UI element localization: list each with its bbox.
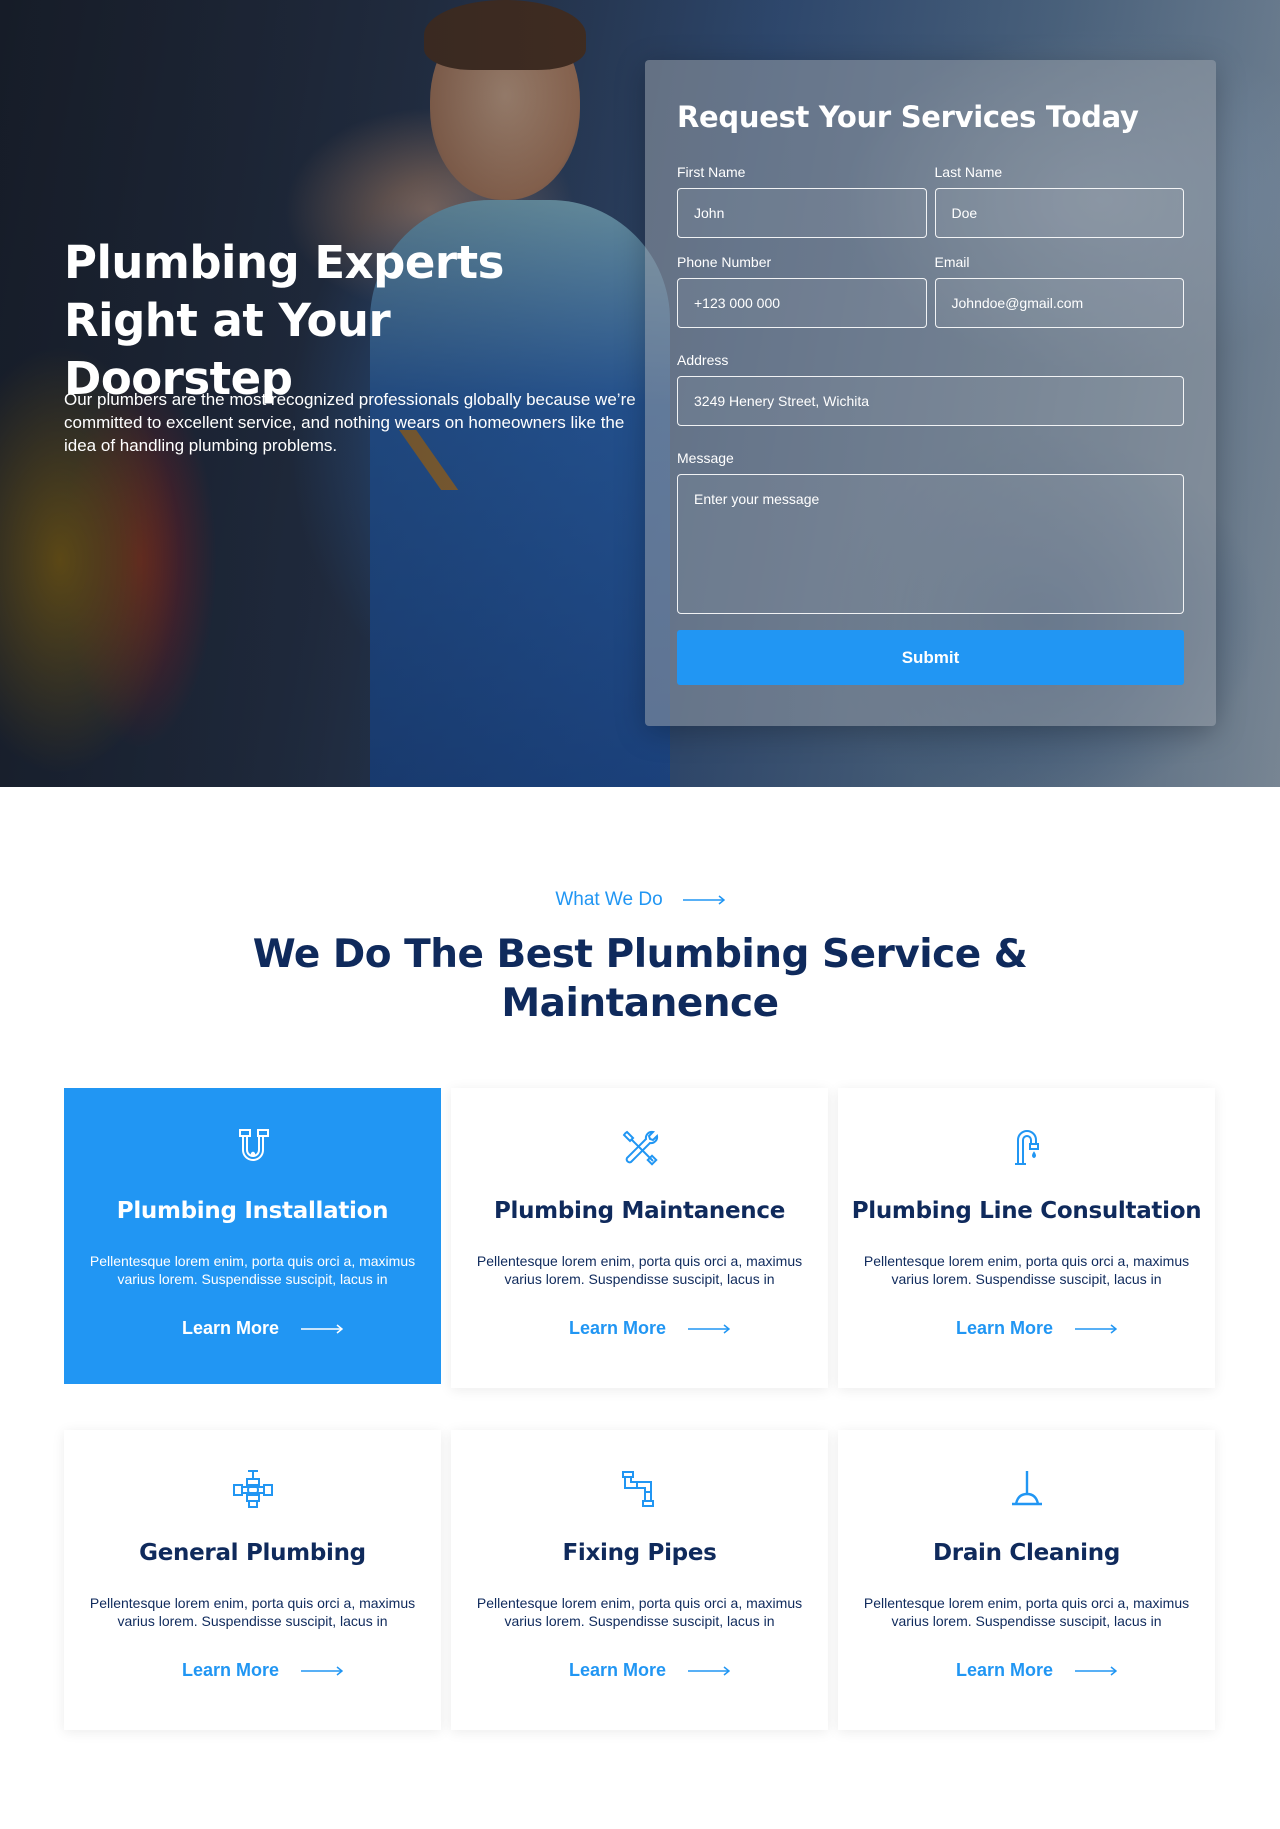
message-label: Message [677, 450, 734, 466]
card-title: Drain Cleaning [933, 1540, 1120, 1566]
learn-more-link[interactable]: Learn More [451, 1660, 828, 1681]
last-name-label: Last Name [934, 164, 1003, 180]
service-card-plumbing-line-consultation[interactable]: Plumbing Line Consultation Pellentesque … [838, 1088, 1215, 1388]
email-field[interactable]: Johndoe@gmail.com [934, 278, 1184, 328]
learn-more-link[interactable]: Learn More [838, 1318, 1215, 1339]
plunger-icon [1011, 1471, 1042, 1506]
service-card-plumbing-installation[interactable]: Plumbing Installation Pellentesque lorem… [64, 1088, 441, 1384]
email-label: Email [934, 254, 970, 270]
card-title: General Plumbing [139, 1540, 366, 1566]
bent-pipe-icon [621, 1471, 654, 1507]
learn-more-link[interactable]: Learn More [64, 1660, 441, 1681]
card-text: Pellentesque lorem enim, porta quis orci… [863, 1253, 1190, 1287]
submit-button[interactable]: Submit [677, 630, 1184, 685]
learn-more-label: Learn More [181, 1318, 280, 1338]
phone-field[interactable]: +123 000 000 [677, 278, 927, 328]
learn-more-label: Learn More [955, 1660, 1054, 1680]
learn-more-label: Learn More [955, 1318, 1054, 1338]
first-name-label: First Name [677, 164, 746, 180]
card-title: Plumbing Line Consultation [851, 1198, 1202, 1224]
hero-title: Plumbing Experts Right at Your Doorstep [64, 236, 504, 405]
arrow-right-icon [301, 1323, 344, 1334]
learn-more-label: Learn More [568, 1660, 667, 1680]
card-text: Pellentesque lorem enim, porta quis orci… [89, 1253, 416, 1287]
phone-label: Phone Number [677, 254, 772, 270]
valve-icon [232, 1470, 273, 1508]
tools-icon [622, 1130, 658, 1166]
service-card-fixing-pipes[interactable]: Fixing Pipes Pellentesque lorem enim, po… [451, 1430, 828, 1730]
service-card-plumbing-maintanence[interactable]: Plumbing Maintanence Pellentesque lorem … [451, 1088, 828, 1388]
faucet-icon [1014, 1130, 1039, 1165]
service-request-form: Request Your Services Today First Name J… [645, 60, 1216, 726]
pipe-trap-icon [238, 1129, 269, 1161]
card-text: Pellentesque lorem enim, porta quis orci… [476, 1253, 803, 1287]
card-title: Plumbing Installation [116, 1198, 389, 1224]
last-name-field[interactable]: Doe [934, 188, 1184, 238]
hero-description: Our plumbers are the most recognized pro… [64, 390, 636, 455]
arrow-right-icon [301, 1665, 344, 1676]
address-label: Address [677, 352, 729, 368]
message-field[interactable]: Enter your message [677, 474, 1184, 614]
card-text: Pellentesque lorem enim, porta quis orci… [476, 1595, 803, 1629]
arrow-right-icon [688, 1665, 731, 1676]
card-title: Fixing Pipes [562, 1540, 717, 1566]
card-text: Pellentesque lorem enim, porta quis orci… [863, 1595, 1190, 1629]
address-field[interactable]: 3249 Henery Street, Wichita [677, 376, 1184, 426]
form-title: Request Your Services Today [677, 100, 1139, 134]
arrow-right-icon [682, 895, 725, 905]
card-text: Pellentesque lorem enim, porta quis orci… [89, 1595, 416, 1629]
service-card-drain-cleaning[interactable]: Drain Cleaning Pellentesque lorem enim, … [838, 1430, 1215, 1730]
section-title: We Do The Best Plumbing Service & Mainta… [252, 932, 1028, 1026]
service-card-general-plumbing[interactable]: General Plumbing Pellentesque lorem enim… [64, 1430, 441, 1730]
first-name-field[interactable]: John [677, 188, 927, 238]
section-eyebrow: What We Do [0, 889, 1280, 911]
hero-section: Plumbing Experts Right at Your Doorstep … [0, 0, 1280, 787]
card-title: Plumbing Maintanence [493, 1198, 786, 1224]
learn-more-link[interactable]: Learn More [451, 1318, 828, 1339]
learn-more-link[interactable]: Learn More [838, 1660, 1215, 1681]
learn-more-link[interactable]: Learn More [64, 1318, 441, 1339]
arrow-right-icon [1075, 1323, 1118, 1334]
arrow-right-icon [688, 1323, 731, 1334]
learn-more-label: Learn More [181, 1660, 280, 1680]
eyebrow-label: What We Do [555, 889, 663, 910]
arrow-right-icon [1075, 1665, 1118, 1676]
learn-more-label: Learn More [568, 1318, 667, 1338]
